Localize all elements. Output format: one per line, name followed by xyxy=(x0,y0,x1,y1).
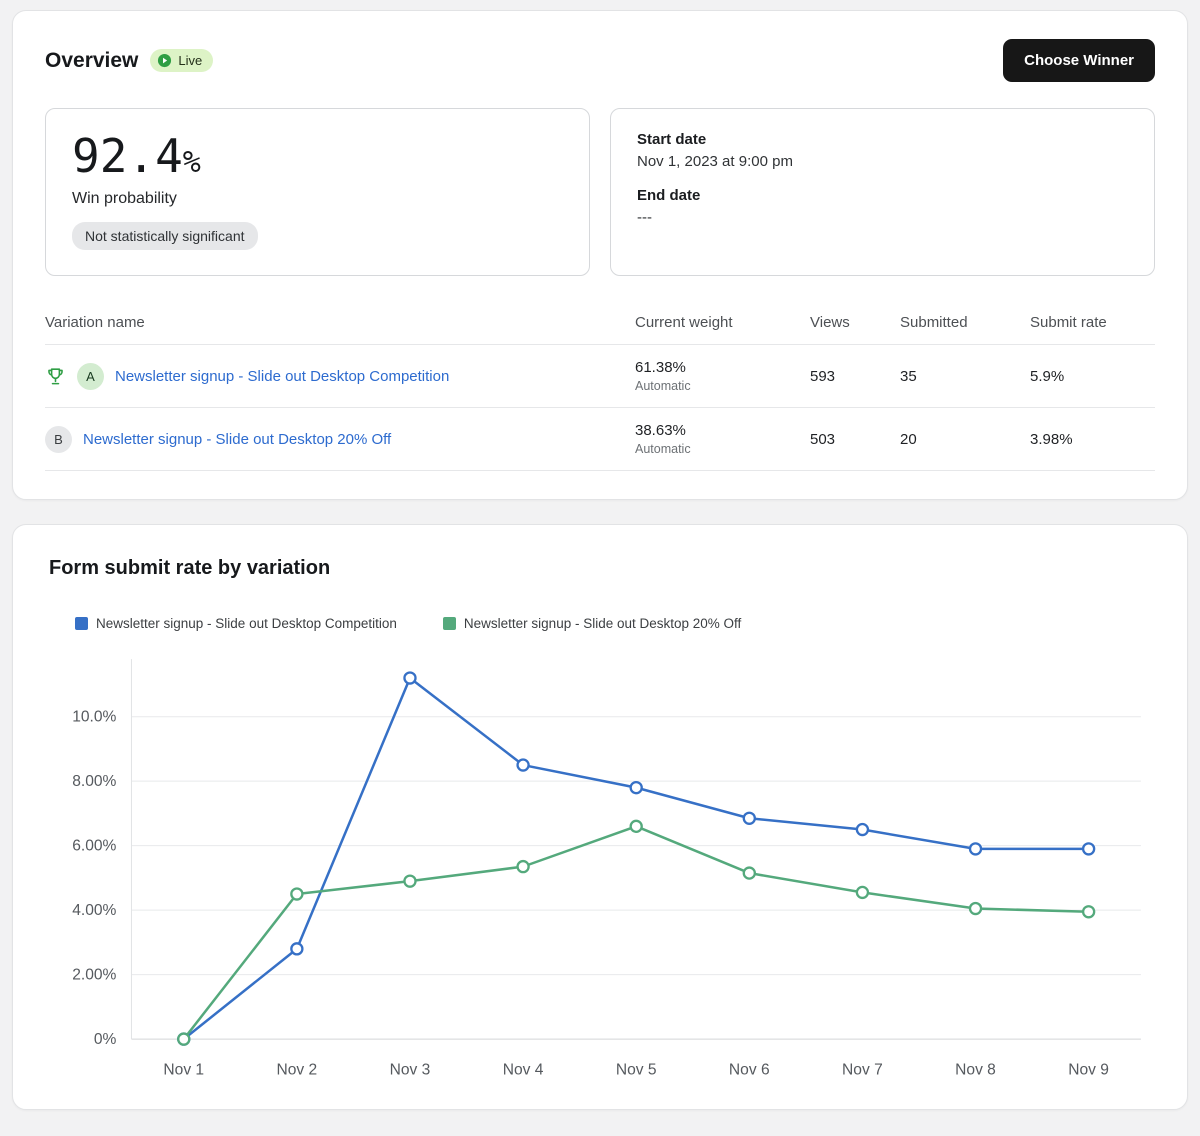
views-value-b: 503 xyxy=(810,431,900,448)
variation-badge-b: B xyxy=(45,426,72,453)
variation-link-b[interactable]: Newsletter signup - Slide out Desktop 20… xyxy=(83,431,391,448)
svg-text:6.00%: 6.00% xyxy=(72,838,116,855)
svg-text:Nov 3: Nov 3 xyxy=(390,1061,431,1078)
svg-text:Nov 4: Nov 4 xyxy=(503,1061,544,1078)
submitted-value-b: 20 xyxy=(900,431,1030,448)
svg-text:Nov 1: Nov 1 xyxy=(163,1061,204,1078)
weight-mode-a: Automatic xyxy=(635,379,810,393)
submit-rate-value-a: 5.9% xyxy=(1030,368,1155,385)
trophy-icon xyxy=(45,366,66,387)
legend-swatch-blue xyxy=(75,617,88,630)
table-header-row: Variation name Current weight Views Subm… xyxy=(45,308,1155,345)
weight-value-a: 61.38% xyxy=(635,359,810,376)
end-date-label: End date xyxy=(637,187,1128,204)
legend-label-competition: Newsletter signup - Slide out Desktop Co… xyxy=(96,616,397,631)
col-header-submitted: Submitted xyxy=(900,314,1030,331)
svg-text:Nov 9: Nov 9 xyxy=(1068,1061,1109,1078)
variation-link-a[interactable]: Newsletter signup - Slide out Desktop Co… xyxy=(115,368,449,385)
col-header-submit-rate: Submit rate xyxy=(1030,314,1155,331)
svg-text:Nov 6: Nov 6 xyxy=(729,1061,770,1078)
win-probability-number: 92.4 xyxy=(72,129,183,183)
live-status-label: Live xyxy=(178,53,202,68)
win-probability-value: 92.4% xyxy=(72,131,563,182)
svg-text:Nov 8: Nov 8 xyxy=(955,1061,996,1078)
table-row: A Newsletter signup - Slide out Desktop … xyxy=(45,345,1155,408)
svg-text:0%: 0% xyxy=(94,1031,117,1048)
page-title: Overview xyxy=(45,49,138,73)
svg-text:Nov 7: Nov 7 xyxy=(842,1061,883,1078)
svg-text:10.0%: 10.0% xyxy=(72,709,116,726)
legend-item-competition: Newsletter signup - Slide out Desktop Co… xyxy=(75,616,397,631)
live-play-icon xyxy=(157,53,172,68)
chart-legend: Newsletter signup - Slide out Desktop Co… xyxy=(75,616,1155,631)
legend-label-20off: Newsletter signup - Slide out Desktop 20… xyxy=(464,616,741,631)
chart-title: Form submit rate by variation xyxy=(49,557,1155,580)
weight-mode-b: Automatic xyxy=(635,442,810,456)
col-header-current-weight: Current weight xyxy=(635,314,810,331)
overview-header: Overview Live Choose Winner xyxy=(45,39,1155,82)
legend-swatch-green xyxy=(443,617,456,630)
svg-text:4.00%: 4.00% xyxy=(72,902,116,919)
submit-rate-line-chart: 0% 2.00% 4.00% 6.00% 8.00% 10.0% Nov 1 Nov 2 Nov… xyxy=(45,645,1155,1089)
submit-rate-value-b: 3.98% xyxy=(1030,431,1155,448)
chart-card: Form submit rate by variation Newsletter… xyxy=(12,524,1188,1110)
svg-text:Nov 5: Nov 5 xyxy=(616,1061,657,1078)
significance-badge: Not statistically significant xyxy=(72,222,258,250)
overview-card: Overview Live Choose Winner 92.4% Win pr… xyxy=(12,10,1188,500)
win-probability-box: 92.4% Win probability Not statistically … xyxy=(45,108,590,276)
start-date-label: Start date xyxy=(637,131,1128,148)
col-header-variation-name: Variation name xyxy=(45,314,635,331)
views-value-a: 593 xyxy=(810,368,900,385)
table-row: B Newsletter signup - Slide out Desktop … xyxy=(45,408,1155,471)
col-header-views: Views xyxy=(810,314,900,331)
variation-badge-a: A xyxy=(77,363,104,390)
win-probability-label: Win probability xyxy=(72,190,563,208)
start-date-value: Nov 1, 2023 at 9:00 pm xyxy=(637,153,1128,170)
legend-item-20off: Newsletter signup - Slide out Desktop 20… xyxy=(443,616,741,631)
live-status-badge: Live xyxy=(150,49,213,72)
win-probability-unit: % xyxy=(183,145,201,180)
submitted-value-a: 35 xyxy=(900,368,1030,385)
svg-text:8.00%: 8.00% xyxy=(72,773,116,790)
variations-table: Variation name Current weight Views Subm… xyxy=(45,308,1155,471)
svg-text:2.00%: 2.00% xyxy=(72,967,116,984)
weight-value-b: 38.63% xyxy=(635,422,810,439)
dates-box: Start date Nov 1, 2023 at 9:00 pm End da… xyxy=(610,108,1155,276)
svg-text:Nov 2: Nov 2 xyxy=(277,1061,318,1078)
choose-winner-button[interactable]: Choose Winner xyxy=(1003,39,1155,82)
end-date-value: --- xyxy=(637,209,1128,226)
